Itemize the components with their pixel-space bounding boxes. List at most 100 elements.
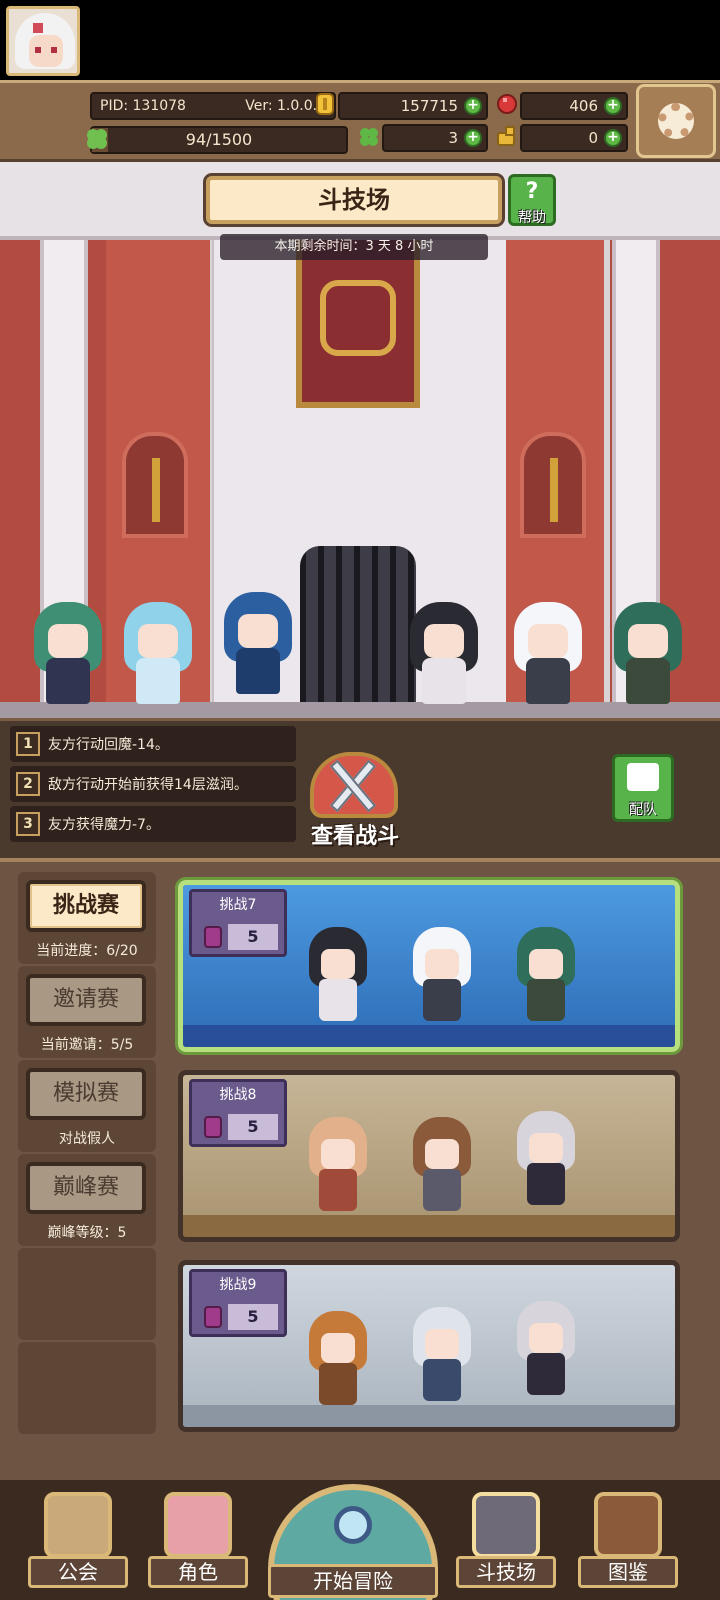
nav-character-label: 角色 [148,1556,248,1588]
arena-gate [300,546,416,718]
character-portrait-icon [164,1492,232,1558]
crossed-swords-icon [472,1492,540,1558]
guild-hall-icon [44,1492,112,1558]
ruby-value: 406 [569,97,598,115]
clover-counter: 3 + [382,124,488,152]
nav-guild[interactable]: 公会 [28,1492,128,1592]
mode-challenge-button[interactable]: 挑战赛 [26,880,146,932]
clover-value: 3 [448,129,458,147]
stamina-value: 94/1500 [185,130,253,149]
arena-title: 斗技场 [203,173,505,227]
nav-character[interactable]: 角色 [148,1492,248,1592]
opponent-character [511,921,581,1025]
question-icon: ? [525,179,539,204]
team-setup-button[interactable]: 配队 [612,754,674,822]
add-gold-button[interactable]: + [464,97,482,115]
view-battle-button[interactable]: 查看战斗 [292,752,418,856]
season-remaining-time: 本期剩余时间：3 天 8 小时 [220,234,488,260]
add-ticket-button[interactable]: + [604,129,622,147]
magnifier-icon [334,1506,372,1544]
peak-level: 巅峰等级：5 [47,1225,127,1241]
challenge-card[interactable]: 挑战7 5 [178,880,680,1052]
challenge-tag: 挑战7 5 [189,889,287,957]
challenge-card[interactable]: 挑战8 5 [178,1070,680,1242]
gem-icon [204,1306,222,1328]
log-number: 3 [16,812,40,836]
challenge-cost: 5 [228,1114,278,1140]
opponent-character [407,1111,477,1215]
ticket-counter: 0 + [520,124,628,152]
challenge-card[interactable]: 挑战9 5 [178,1260,680,1432]
nav-arena-label: 斗技场 [456,1556,556,1588]
challenge-tag: 挑战8 5 [189,1079,287,1147]
ticket-value: 0 [588,129,598,147]
mode-simulation-button[interactable]: 模拟赛 [26,1068,146,1120]
battle-log-entry: 3 友方获得魔力-7。 [10,806,296,842]
nav-codex[interactable]: 图鉴 [578,1492,678,1592]
add-clover-button[interactable]: + [464,129,482,147]
opponent-character [303,1305,373,1409]
ticket-icon [497,126,515,146]
player-id: PID: 131078 [100,98,186,114]
ally-character-2 [118,592,198,708]
enemy-character-3 [608,592,688,708]
log-text: 敌方行动开始前获得14层滋润。 [48,777,248,793]
gold-counter: 157715 + [338,92,488,120]
team-setup-label: 配队 [629,802,657,818]
opponent-character [511,1105,581,1209]
ruby-counter: 406 + [520,92,628,120]
start-adventure-button[interactable]: 开始冒险 [268,1484,438,1600]
start-adventure-label: 开始冒险 [268,1564,438,1598]
opponent-character [303,921,373,1025]
mode-sidebar: 挑战赛 当前进度：6/20 邀请赛 当前邀请：5/5 模拟赛 对战假人 巅峰赛 … [18,870,156,1462]
opponent-character [511,1295,581,1399]
opponent-character [303,1111,373,1215]
help-button[interactable]: ? 帮助 [508,174,556,226]
player-avatar[interactable] [6,6,80,76]
gear-icon [658,103,694,139]
gold-coin-icon [316,93,334,115]
challenge-cost: 5 [228,1304,278,1330]
invitation-count: 当前邀请：5/5 [40,1037,134,1053]
log-text: 友方获得魔力-7。 [48,817,160,833]
ally-character-1 [28,592,108,708]
help-label: 帮助 [518,210,546,226]
challenge-title: 挑战7 [219,897,257,913]
arena-banner [296,240,420,408]
simulation-subtitle: 对战假人 [59,1131,115,1147]
challenge-tag: 挑战9 5 [189,1269,287,1337]
enemy-character-1 [404,592,484,708]
mode-peak-button[interactable]: 巅峰赛 [26,1162,146,1214]
opponent-character [407,1301,477,1405]
team-icon [627,763,659,791]
nav-guild-label: 公会 [28,1556,128,1588]
add-ruby-button[interactable]: + [604,97,622,115]
opponent-character [407,921,477,1025]
challenge-title: 挑战8 [219,1087,257,1103]
mode-invitational-button[interactable]: 邀请赛 [26,974,146,1026]
view-battle-label: 查看战斗 [310,824,399,849]
clover-icon [360,128,378,146]
nav-codex-label: 图鉴 [578,1556,678,1588]
status-bar [0,0,720,80]
nav-arena[interactable]: 斗技场 [456,1492,556,1592]
player-id-panel: PID: 131078 Ver: 1.0.0.7 [90,92,336,120]
clover-energy-icon [87,129,107,149]
settings-button[interactable] [636,84,716,158]
ruby-icon [497,94,517,114]
log-number: 1 [16,732,40,756]
book-icon [594,1492,662,1558]
ally-character-3 [218,582,298,698]
battle-log-entry: 1 友方行动回魔-14。 [10,726,296,762]
stamina-bar: 94/1500 [90,126,348,154]
challenge-cost: 5 [228,924,278,950]
log-text: 友方行动回魔-14。 [48,737,169,753]
log-number: 2 [16,772,40,796]
enemy-character-2 [508,592,588,708]
battle-log-entry: 2 敌方行动开始前获得14层滋润。 [10,766,296,802]
gold-value: 157715 [400,97,458,115]
challenge-title: 挑战9 [219,1277,257,1293]
gem-icon [204,926,222,948]
challenge-progress: 当前进度：6/20 [36,943,138,959]
gem-icon [204,1116,222,1138]
